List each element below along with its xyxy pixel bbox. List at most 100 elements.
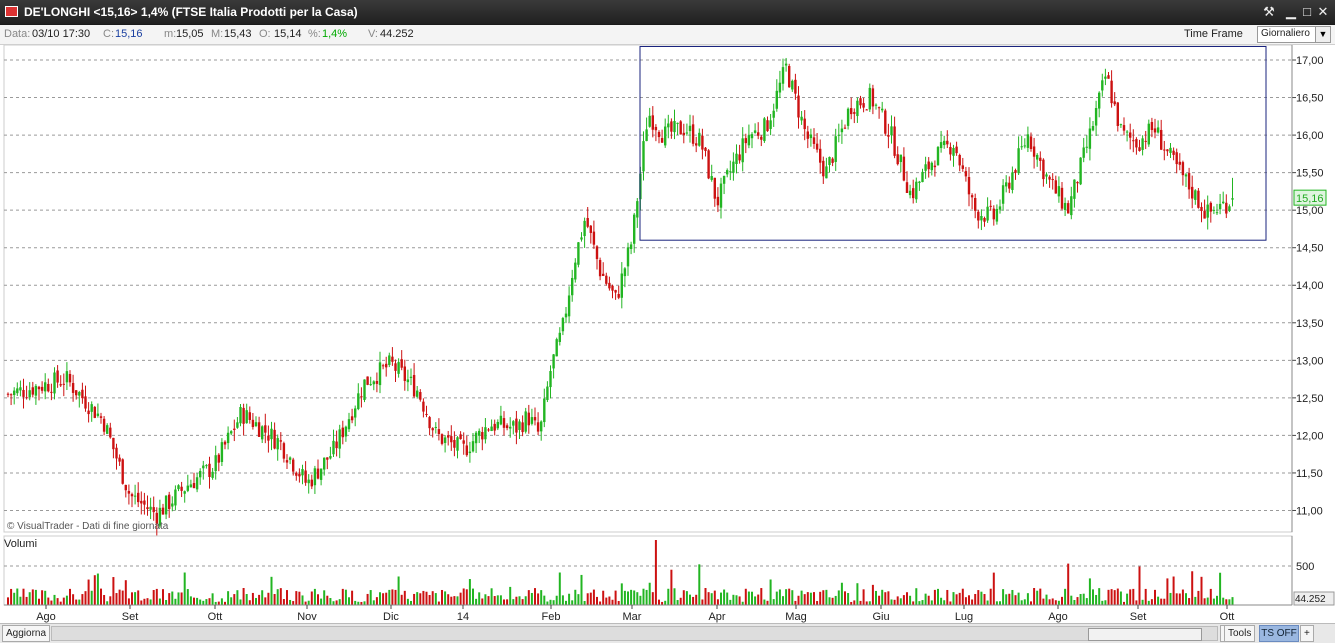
volume-bar [995,601,998,605]
candle-body [1060,187,1064,209]
volume-bar [1011,589,1014,605]
timeframe-label: Time Frame [1184,28,1243,40]
volume-bar [847,593,850,605]
candle-body [890,126,893,136]
volume-bar [227,591,230,605]
candle-body [288,457,292,460]
volume-bar [608,596,611,605]
tools-button[interactable]: Tools [1224,625,1256,642]
volume-bar [428,595,431,605]
close-icon[interactable]: ✕ [1315,4,1331,20]
candle-body [853,112,856,114]
candle-body [115,447,118,459]
candle-body [1153,128,1157,133]
volume-bar [196,597,199,605]
candle-body [1008,182,1011,189]
candle-body [862,103,865,108]
scrollbar-thumb[interactable] [1088,628,1202,641]
volume-bar [199,599,202,605]
volume-bar [611,599,614,605]
price-chart[interactable]: 11,00 11,50 12,00 12,50 13,00 13,50 14,00 14,50… [0,45,1335,623]
candle-body [1085,146,1088,148]
chart-area[interactable]: 11,00 11,50 12,00 12,50 13,00 13,50 14,00 14,50… [0,45,1335,630]
candle-body [369,384,372,386]
candle-body [803,118,806,130]
date-label: Data: [4,28,31,40]
volume-bar [1061,596,1063,605]
candle-body [564,313,568,318]
candle-body [465,445,468,456]
candle-body [1110,80,1113,104]
volume-bar [112,577,115,605]
volume-value: 44.252 [380,28,414,40]
volume-bar [180,592,183,605]
candle-body [766,120,769,132]
horizontal-scrollbar[interactable] [51,626,1218,641]
volume-bar [623,590,626,605]
volume-bar [561,595,564,605]
volume-bar [487,596,490,605]
volume-bar [543,595,546,605]
candle-body [905,182,909,193]
volume-bar [205,599,208,605]
volume-bar [782,596,784,605]
candle-body [9,394,13,396]
candle-body [819,148,822,163]
volume-bar [633,590,636,605]
ts-off-button[interactable]: TS OFF [1259,625,1299,642]
volume-bar [856,583,859,605]
close-value: 15,16 [115,28,143,40]
candle-body [1048,176,1051,180]
maximize-icon[interactable]: □ [1299,4,1315,20]
volume-bar [276,589,279,605]
volume-bar [884,592,887,605]
candle-body [341,427,344,438]
volume-bar [34,589,37,605]
volume-bar [899,598,902,605]
volume-bar [472,588,474,605]
candle-body [59,384,62,386]
volume-bar [261,590,264,605]
candle-body [332,440,335,455]
candle-body [99,416,103,418]
volume-bar [385,592,388,605]
candle-body [967,176,971,195]
volume-bar [577,594,580,605]
candle-body [1206,204,1209,218]
volume-bar [651,592,654,605]
volume-bar [295,591,298,605]
candle-body [837,134,840,136]
candle-body [1119,124,1123,126]
candle-body [127,490,131,494]
minimize-icon[interactable]: ▁ [1283,4,1299,20]
volume-bar [270,576,273,605]
candle-body [868,87,871,110]
candle-body [806,131,809,139]
volume-bar [943,600,946,605]
volume-bar [788,588,791,605]
candle-body [825,166,828,179]
candle-body [186,485,189,491]
candle-body [772,110,775,118]
candle-body [1001,185,1005,204]
candle-body [202,465,205,469]
volume-bar [38,598,40,605]
volume-bar [1169,592,1172,605]
volume-bar [47,597,50,605]
chevron-down-icon[interactable]: ▼ [1315,27,1330,42]
candle-body [68,373,72,383]
pct-label: %: [308,28,321,40]
volume-bar [422,590,425,605]
refresh-button[interactable]: Aggiorna [2,625,51,642]
candle-body [137,492,140,503]
candle-body [412,375,416,397]
volume-bar [419,593,422,605]
volume-bar [233,594,236,605]
timeframe-select[interactable]: Giornaliero ▼ [1257,26,1331,43]
tools-icon[interactable]: ⚒ [1261,4,1277,20]
volume-bar [1144,588,1147,605]
candle-body [1218,203,1222,210]
volume-bar [441,589,443,605]
candle-body [1191,186,1194,199]
zoom-in-button[interactable]: + [1300,625,1314,642]
